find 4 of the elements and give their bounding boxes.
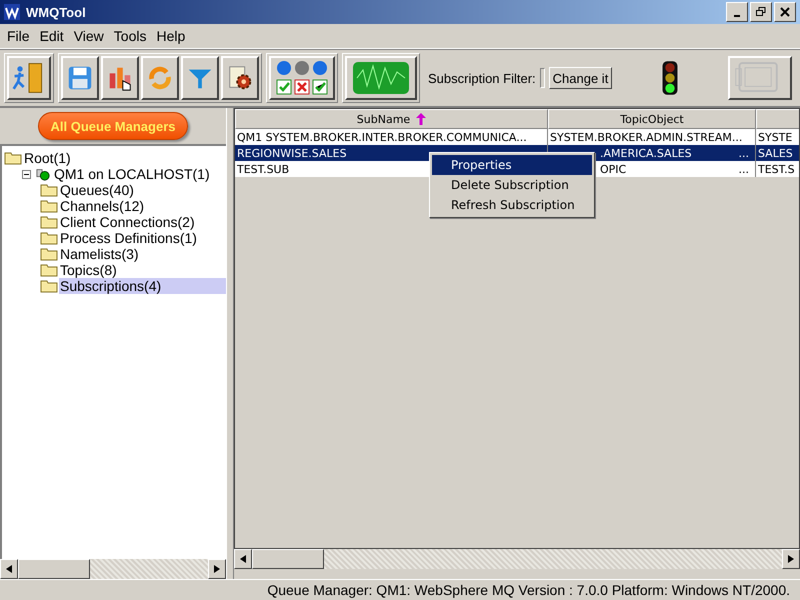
filter-label: Subscription Filter:	[428, 70, 536, 86]
table-cell: TEST.S	[756, 161, 799, 177]
window-title: WMQTool	[26, 4, 86, 20]
status-bar: Queue Manager: QM1: WebSphere MQ Version : 7.0.0 Platform: Windows NT/2000.	[0, 579, 800, 600]
